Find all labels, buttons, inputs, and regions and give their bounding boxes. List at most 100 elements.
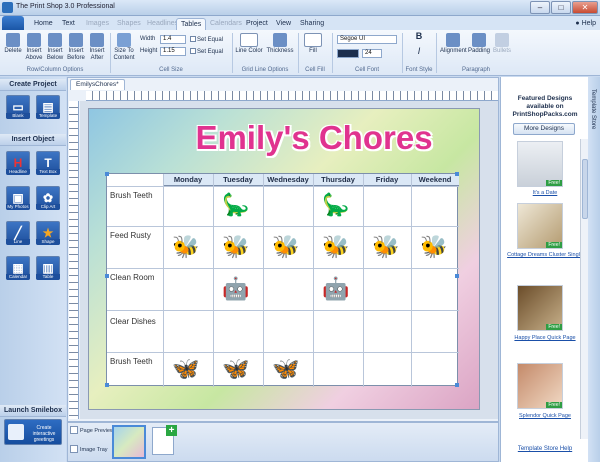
- insert-after-button[interactable]: Insert After: [87, 33, 107, 61]
- more-designs-button[interactable]: More Designs: [513, 123, 575, 135]
- page-preview-button[interactable]: Page Preview: [70, 426, 114, 434]
- font-size-select[interactable]: 24: [362, 49, 382, 58]
- robot-sticker[interactable]: 🤖: [219, 276, 253, 302]
- design-caption[interactable]: Happy Place Quick Page: [507, 335, 583, 342]
- selection-handle[interactable]: [105, 172, 109, 176]
- thickness-button[interactable]: Thickness: [266, 33, 294, 55]
- tab-images[interactable]: Images: [82, 18, 113, 30]
- tab-tables[interactable]: Tables: [176, 18, 207, 30]
- smilebox-button[interactable]: Create interactive greetings: [4, 419, 62, 445]
- insert-before-button[interactable]: Insert Before: [66, 33, 86, 61]
- help-menu[interactable]: ● Help: [575, 18, 596, 30]
- tab-project[interactable]: Project: [242, 18, 272, 30]
- my-photos-button[interactable]: ▣ My Photos: [6, 186, 30, 216]
- table-row[interactable]: Brush Teeth: [107, 186, 459, 226]
- tab-sharing[interactable]: Sharing: [296, 18, 328, 30]
- height-field[interactable]: 1.15: [160, 47, 186, 56]
- application-menu-button[interactable]: [2, 16, 24, 30]
- bee-sticker[interactable]: 🐝: [269, 234, 303, 260]
- day-header-weekend[interactable]: Weekend: [411, 174, 459, 186]
- document-tab[interactable]: EmilysChores*: [70, 79, 125, 90]
- design-thumbnail[interactable]: Free!: [517, 363, 563, 409]
- dinosaur-sticker[interactable]: 🦕: [219, 192, 253, 218]
- blank-button[interactable]: ▭ Blank: [6, 95, 30, 125]
- text-box-button[interactable]: T Text Box: [36, 151, 60, 181]
- day-header-tuesday[interactable]: Tuesday: [213, 174, 263, 186]
- design-thumbnail[interactable]: Free!: [517, 141, 563, 187]
- chore-label[interactable]: Clear Dishes: [110, 317, 156, 326]
- line-button[interactable]: ╱ Line: [6, 221, 30, 251]
- tab-shapes[interactable]: Shapes: [113, 18, 145, 30]
- design-thumbnail[interactable]: Free!: [517, 203, 563, 249]
- butterfly-sticker[interactable]: 🦋: [219, 356, 253, 382]
- alignment-button[interactable]: Alignment: [440, 33, 467, 55]
- headline-button[interactable]: H Headline: [6, 151, 30, 181]
- design-caption[interactable]: It's a Date: [507, 190, 583, 197]
- design-caption[interactable]: Splendor Quick Page: [507, 413, 583, 420]
- table-row[interactable]: Clear Dishes: [107, 310, 459, 352]
- chore-label[interactable]: Brush Teeth: [110, 191, 153, 200]
- page-title[interactable]: Emily's Chores: [169, 119, 459, 157]
- page-thumbnail[interactable]: [112, 425, 146, 459]
- set-equal-width-checkbox[interactable]: Set Equal: [190, 36, 223, 43]
- add-page-button[interactable]: +: [152, 425, 177, 455]
- font-name-select[interactable]: Segoe UI: [337, 35, 397, 44]
- font-color-picker[interactable]: [337, 49, 359, 58]
- image-tray-button[interactable]: Image Tray: [70, 445, 108, 453]
- selection-handle[interactable]: [105, 274, 109, 278]
- day-header-wednesday[interactable]: Wednesday: [263, 174, 313, 186]
- bullets-button[interactable]: Bullets: [491, 33, 513, 55]
- chore-label[interactable]: Brush Teeth: [110, 357, 153, 366]
- italic-button[interactable]: I: [406, 47, 432, 55]
- set-equal-height-checkbox[interactable]: Set Equal: [190, 48, 223, 55]
- padding-button[interactable]: Padding: [468, 33, 490, 55]
- minimize-button[interactable]: –: [530, 1, 550, 14]
- tab-view[interactable]: View: [272, 18, 295, 30]
- selection-handle[interactable]: [455, 172, 459, 176]
- line-color-button[interactable]: Line Color: [235, 33, 263, 55]
- bee-sticker[interactable]: 🐝: [169, 234, 203, 260]
- table-row[interactable]: Clean Room: [107, 268, 459, 310]
- selection-handle[interactable]: [455, 383, 459, 387]
- panel-scrollbar[interactable]: [580, 139, 588, 439]
- fill-button[interactable]: Fill: [302, 33, 324, 55]
- robot-sticker[interactable]: 🤖: [319, 276, 353, 302]
- document-page[interactable]: Emily's Chores Monday Tuesday Wednesday …: [88, 108, 480, 410]
- chore-label[interactable]: Feed Rusty: [110, 231, 151, 240]
- selection-handle[interactable]: [455, 274, 459, 278]
- template-store-side-tab[interactable]: Template Store: [588, 77, 600, 462]
- bee-sticker[interactable]: 🐝: [219, 234, 253, 260]
- shape-button[interactable]: ★ Shape: [36, 221, 60, 251]
- day-header-monday[interactable]: Monday: [163, 174, 213, 186]
- day-header-friday[interactable]: Friday: [363, 174, 411, 186]
- bee-sticker[interactable]: 🐝: [417, 234, 451, 260]
- tab-home[interactable]: Home: [30, 18, 57, 30]
- bee-sticker[interactable]: 🐝: [369, 234, 403, 260]
- calendar-button[interactable]: ▦ Calendar: [6, 256, 30, 286]
- table-button[interactable]: ▥ Table: [36, 256, 60, 286]
- insert-below-button[interactable]: Insert Below: [45, 33, 65, 61]
- design-thumbnail[interactable]: Free!: [517, 285, 563, 331]
- my-photos-label: My Photos: [6, 204, 30, 210]
- day-header-thursday[interactable]: Thursday: [313, 174, 363, 186]
- butterfly-sticker[interactable]: 🦋: [269, 356, 303, 382]
- delete-button[interactable]: Delete: [3, 33, 23, 55]
- template-store-help-link[interactable]: Template Store Help: [505, 446, 585, 452]
- design-caption[interactable]: Cottage Dreams Cluster Single: [507, 252, 583, 259]
- butterfly-sticker[interactable]: 🦋: [169, 356, 203, 382]
- dinosaur-sticker[interactable]: 🦕: [319, 192, 353, 218]
- width-field[interactable]: 1.4: [160, 35, 186, 44]
- insert-above-button[interactable]: Insert Above: [24, 33, 44, 61]
- chore-table[interactable]: Monday Tuesday Wednesday Thursday Friday…: [105, 172, 459, 387]
- chore-label[interactable]: Clean Room: [110, 273, 154, 282]
- tab-text[interactable]: Text: [58, 18, 79, 30]
- maximize-button[interactable]: □: [551, 1, 571, 14]
- bold-button[interactable]: B: [406, 32, 432, 40]
- close-button[interactable]: ✕: [572, 1, 598, 14]
- clip-art-button[interactable]: ✿ Clip Art: [36, 186, 60, 216]
- selection-handle[interactable]: [105, 383, 109, 387]
- bee-sticker[interactable]: 🐝: [319, 234, 353, 260]
- tab-calendars[interactable]: Calendars: [206, 18, 246, 30]
- size-to-content-button[interactable]: Size To Content: [113, 33, 135, 61]
- template-button[interactable]: ▤ Template: [36, 95, 60, 125]
